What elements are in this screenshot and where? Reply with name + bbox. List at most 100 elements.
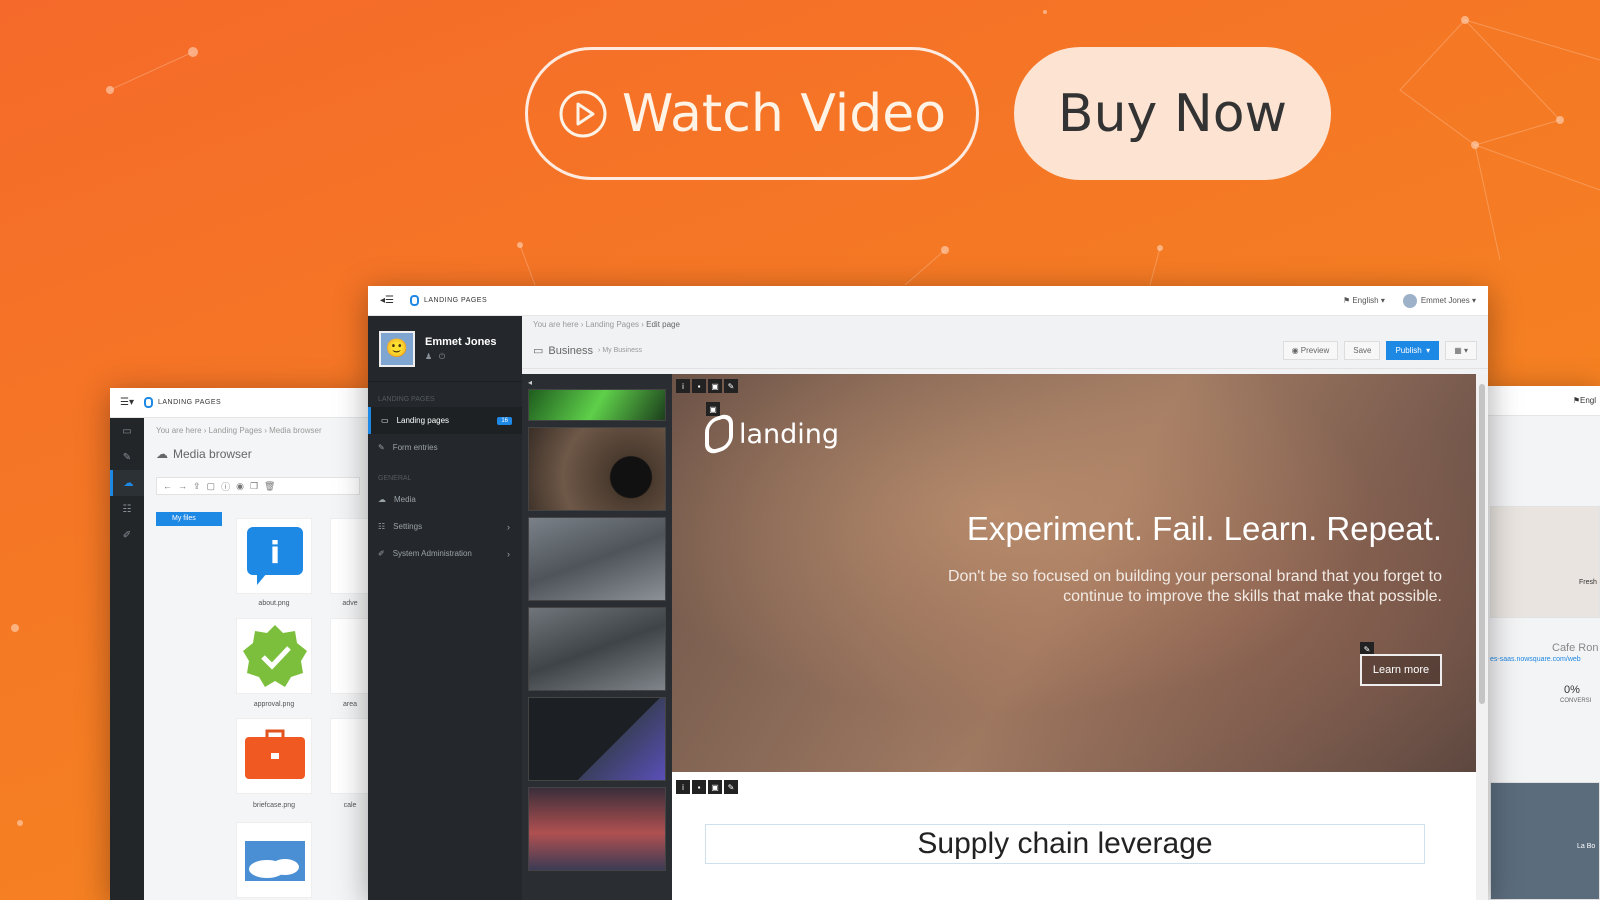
user-menu-label: Emmet Jones <box>1420 295 1470 305</box>
user-menu[interactable]: Emmet Jones ▾ <box>1402 293 1476 308</box>
template-thumbnail[interactable] <box>528 787 666 871</box>
chevron-right-icon: › <box>507 548 510 559</box>
preview-button[interactable]: ◉ Preview <box>1282 341 1339 360</box>
grid-menu-button[interactable]: ▦ ▾ <box>1445 341 1477 360</box>
pencil-icon[interactable]: ✎ <box>724 780 738 794</box>
watch-video-button[interactable]: Watch Video <box>525 47 979 180</box>
page-preview-card[interactable]: Fresh <box>1490 506 1600 618</box>
pencil-icon[interactable]: ✎ <box>724 379 738 393</box>
stat-value: 0% <box>1564 684 1580 696</box>
landing-logo[interactable]: landing <box>705 411 839 457</box>
logout-icon[interactable]: ⏻ <box>439 352 445 361</box>
file-name: cale <box>343 802 357 809</box>
file-tile[interactable]: i <box>236 518 312 594</box>
file-name: approval.png <box>253 701 295 708</box>
breadcrumb-landing-pages[interactable]: Landing Pages <box>209 426 262 435</box>
image-icon[interactable]: ▣ <box>706 402 720 416</box>
cloud-icon[interactable]: ☁ <box>110 470 144 496</box>
wrench-icon[interactable]: ✐ <box>110 522 144 548</box>
info-icon[interactable]: i <box>676 379 690 393</box>
count-badge: 16 <box>497 416 512 425</box>
logo-s-icon <box>705 411 733 457</box>
sliders-icon: ☷ <box>378 522 386 531</box>
new-folder-icon[interactable]: ▢ <box>207 481 216 492</box>
edit-icon[interactable]: ✎ <box>110 444 144 470</box>
info-icon[interactable]: ⓘ <box>221 480 230 493</box>
buy-now-button[interactable]: Buy Now <box>1014 47 1331 180</box>
section-title-field[interactable]: Supply chain leverage <box>705 824 1425 864</box>
trash-icon[interactable]: 🗑 <box>264 481 275 492</box>
sidebar-item-label: Form entries <box>392 443 438 452</box>
sidebar-item-settings[interactable]: ☷ Settings › <box>368 513 522 540</box>
page-card-url[interactable]: es-saas.nowsquare.com/web <box>1490 656 1581 663</box>
template-thumbnail[interactable] <box>528 427 666 511</box>
page-subtitle: › My Business <box>598 347 643 354</box>
edit-icon: ✎ <box>378 443 385 452</box>
template-thumbnails: ◂ <box>522 374 672 900</box>
scrollbar-thumb[interactable] <box>1479 384 1485 704</box>
sidebar-item-landing-pages[interactable]: ▭ Landing pages 16 <box>368 407 522 434</box>
top-bar-right: ⚑ English ▾ Emmet Jones ▾ <box>1343 293 1476 308</box>
breadcrumb: You are here › Landing Pages › Edit page <box>533 320 680 329</box>
avatar[interactable]: 🙂 <box>379 330 415 367</box>
preview-label: Preview <box>1300 346 1330 355</box>
chevron-right-icon: › <box>507 521 510 532</box>
sidebar-item-media[interactable]: ☁ Media <box>368 486 522 513</box>
breadcrumb-landing-pages[interactable]: Landing Pages <box>586 320 639 329</box>
sliders-icon[interactable]: ☷ <box>110 496 144 522</box>
language-selector[interactable]: ⚑ English ▾ <box>1343 296 1385 305</box>
language-selector[interactable]: Engl <box>1580 396 1596 405</box>
monitor-icon: ▭ <box>533 345 544 357</box>
template-thumbnail[interactable] <box>528 697 666 781</box>
copy-icon[interactable]: ❐ <box>250 481 258 492</box>
collapse-arrow-icon[interactable]: ◂ <box>528 379 666 387</box>
publish-button[interactable]: Publish ▾ <box>1386 341 1440 360</box>
template-thumbnail[interactable] <box>528 517 666 601</box>
page-preview-card[interactable]: La Bo <box>1490 782 1600 900</box>
file-tile[interactable] <box>236 718 312 794</box>
scrollbar[interactable] <box>1476 374 1488 900</box>
forward-icon[interactable]: → <box>178 481 187 491</box>
profile-icon[interactable]: ♟ <box>425 352 432 361</box>
upload-icon[interactable]: ⇪ <box>193 481 201 492</box>
sidebar-item-form-entries[interactable]: ✎ Form entries <box>368 434 522 461</box>
trash-icon[interactable]: ▪ <box>692 379 706 393</box>
media-toolbar: ← → ⇪ ▢ ⓘ ◉ ❐ 🗑 <box>156 477 360 495</box>
page-editor-window: ◂☰ LANDING PAGES ⚑ English ▾ Emmet Jones… <box>368 286 1488 900</box>
file-tile[interactable] <box>236 822 312 898</box>
save-label: Save <box>1353 346 1372 355</box>
section-title-text: Supply chain leverage <box>917 827 1213 860</box>
my-files-folder[interactable]: My files <box>156 512 222 526</box>
file-tile[interactable] <box>236 618 312 694</box>
save-button[interactable]: Save <box>1344 341 1381 360</box>
menu-toggle-icon[interactable]: ◂☰ <box>380 295 394 306</box>
media-browser-main: You are here › Landing Pages › Media bro… <box>144 418 372 900</box>
image-icon[interactable]: ▣ <box>708 780 722 794</box>
hero-body-text[interactable]: Don't be so focused on building your per… <box>922 567 1442 607</box>
file-tile[interactable] <box>330 718 370 794</box>
buy-now-label: Buy Now <box>1057 83 1288 144</box>
view-icon[interactable]: ◉ <box>236 481 244 492</box>
info-icon[interactable]: i <box>676 780 690 794</box>
user-profile: 🙂 Emmet Jones ♟ ⏻ <box>368 316 522 382</box>
image-icon[interactable]: ▣ <box>708 379 722 393</box>
sidebar-item-system-administration[interactable]: ✐ System Administration › <box>368 540 522 567</box>
section-toolbar: i ▪ ▣ ✎ <box>676 379 738 393</box>
menu-toggle-icon[interactable]: ☰▾ <box>110 397 144 408</box>
file-tile[interactable] <box>330 618 370 694</box>
trash-icon[interactable]: ▪ <box>692 780 706 794</box>
page-header: ▭ Business › My Business ◉ Preview Save … <box>522 333 1488 369</box>
back-icon[interactable]: ← <box>163 481 172 491</box>
learn-more-button[interactable]: Learn more <box>1360 654 1442 686</box>
breadcrumb: You are here › Landing Pages › Media bro… <box>156 426 322 435</box>
page-title-text: Business <box>548 344 594 357</box>
template-thumbnail[interactable] <box>528 607 666 691</box>
flag-icon: ⚑ <box>1572 396 1580 405</box>
file-name: adve <box>342 600 358 607</box>
hero-headline[interactable]: Experiment. Fail. Learn. Repeat. <box>967 510 1442 548</box>
hero-section[interactable]: i ▪ ▣ ✎ ▣ landing Experiment. Fail. Lear… <box>672 374 1476 772</box>
template-thumbnail[interactable] <box>528 389 666 421</box>
monitor-icon[interactable]: ▭ <box>110 418 144 444</box>
page-title: ▭ Business › My Business <box>533 344 643 358</box>
file-tile[interactable] <box>330 518 370 594</box>
